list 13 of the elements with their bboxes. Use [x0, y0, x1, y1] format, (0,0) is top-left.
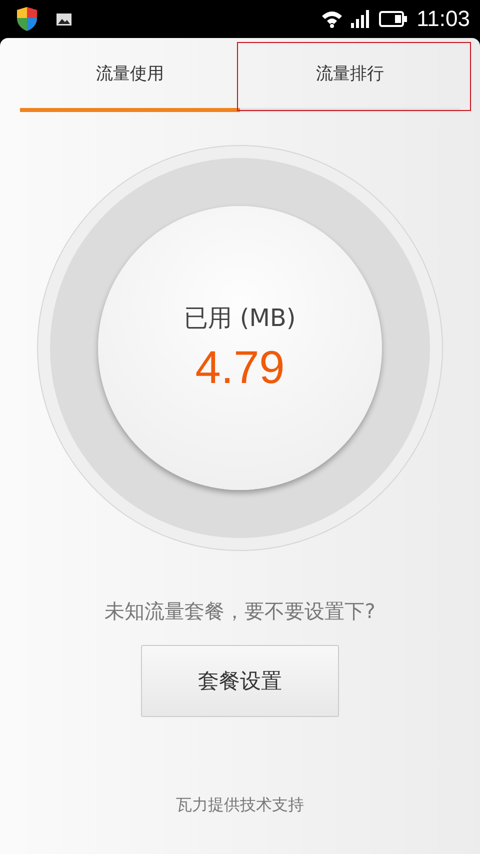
- usage-value: 4.79: [195, 340, 285, 394]
- battery-icon: [378, 11, 407, 27]
- shield-icon: [16, 6, 38, 32]
- tab[interactable]: 流量排行: [240, 38, 460, 112]
- plan-prompt: 未知流量套餐，要不要设置下?: [104, 598, 376, 625]
- support-credit: 瓦力提供技术支持: [176, 795, 304, 816]
- plan-settings-button[interactable]: 套餐设置: [141, 645, 339, 717]
- wifi-icon: [320, 10, 343, 28]
- image-icon: [56, 12, 72, 26]
- clock: 11:03: [416, 6, 470, 32]
- usage-label: 已用 (MB): [184, 303, 296, 334]
- signal-icon: [350, 10, 371, 28]
- tab[interactable]: 流量使用: [20, 38, 240, 112]
